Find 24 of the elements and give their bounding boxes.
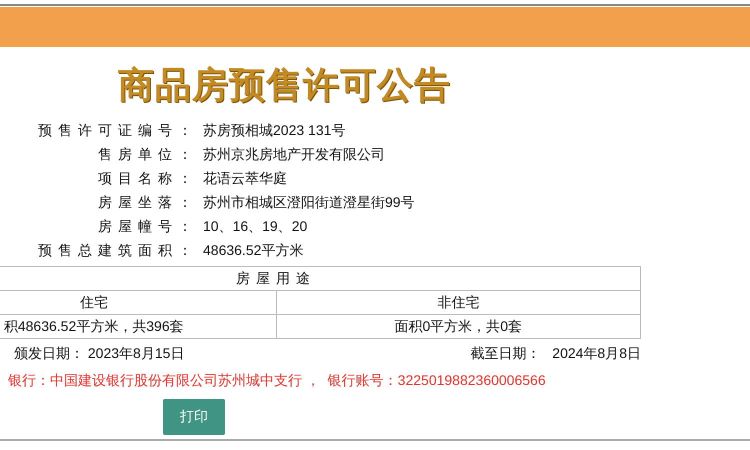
field-value: 48636.52平方米 xyxy=(203,241,304,259)
field-label: 售房单位： xyxy=(97,145,198,163)
page-title: 商品房预售许可公告 xyxy=(118,64,452,107)
table-cell: 面积0平方米，共0套 xyxy=(276,314,640,338)
field-label: 房屋坐落： xyxy=(97,193,198,211)
field-label: 房屋幢号： xyxy=(97,217,198,235)
field-value: 花语云萃华庭 xyxy=(203,169,288,187)
date-value: 2023年8月15日 xyxy=(88,345,184,361)
table-cell: 积48636.52平方米，共396套 xyxy=(0,314,276,338)
bank-info: 银行：中国建设银行股份有限公司苏州城中支行 ， 银行账号：3225019882360006566 xyxy=(8,371,547,390)
field-value: 苏房预相城2023 131号 xyxy=(203,121,346,139)
field-label: 预售许可证编号： xyxy=(37,121,198,139)
column-header: 住宅 xyxy=(0,290,276,314)
field-value: 10、16、19、20 xyxy=(203,217,308,235)
date-value: 2024年8月8日 xyxy=(552,345,641,361)
field-value: 苏州市相城区澄阳街道澄星街99号 xyxy=(203,193,416,211)
column-header: 非住宅 xyxy=(276,290,640,314)
print-button[interactable]: 打印 xyxy=(163,399,225,435)
field-value: 苏州京兆房地产开发有限公司 xyxy=(203,145,386,163)
field-label: 预售总建筑面积： xyxy=(37,241,198,259)
date-label: 截至日期： xyxy=(470,345,540,361)
date-label: 颁发日期： xyxy=(14,345,84,361)
field-label: 项目名称： xyxy=(97,169,198,187)
table-heading: 房屋用途 xyxy=(0,266,640,290)
